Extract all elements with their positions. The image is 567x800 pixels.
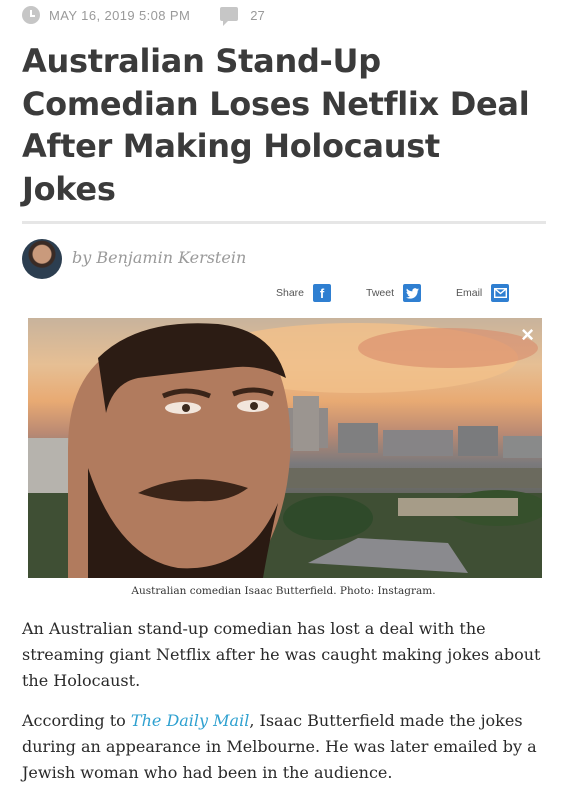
author-avatar[interactable] bbox=[22, 239, 62, 279]
twitter-icon[interactable] bbox=[403, 284, 422, 302]
tweet-label: Tweet bbox=[366, 287, 395, 299]
article-meta: MAY 16, 2019 5:08 PM 27 bbox=[22, 3, 265, 27]
paragraph-text: According to bbox=[22, 711, 131, 730]
comment-count[interactable]: 27 bbox=[250, 8, 264, 23]
email-label: Email bbox=[456, 287, 483, 299]
email-icon[interactable] bbox=[491, 284, 510, 302]
article-paragraph: An Australian stand-up comedian has lost… bbox=[22, 619, 541, 690]
share-email-button[interactable]: Email bbox=[456, 283, 510, 303]
share-twitter-button[interactable]: Tweet bbox=[366, 283, 422, 303]
author-byline[interactable]: by Benjamin Kerstein bbox=[72, 248, 246, 267]
daily-mail-link[interactable]: The Daily Mail bbox=[131, 711, 249, 730]
share-label: Share bbox=[276, 287, 305, 299]
close-image-button[interactable]: × bbox=[521, 322, 534, 348]
divider bbox=[22, 221, 546, 224]
image-caption: Australian comedian Isaac Butterfield. P… bbox=[131, 585, 436, 597]
comment-icon[interactable] bbox=[220, 7, 239, 26]
publish-date: MAY 16, 2019 5:08 PM bbox=[49, 7, 191, 23]
photo-scene bbox=[28, 323, 542, 578]
facebook-icon[interactable]: f bbox=[313, 284, 332, 302]
article-headline: Australian Stand-Up Comedian Loses Netfl… bbox=[22, 42, 530, 208]
clock-icon bbox=[22, 6, 40, 24]
share-bar: Share f Tweet Email bbox=[0, 283, 567, 305]
share-facebook-button[interactable]: Share f bbox=[276, 283, 332, 303]
article-paragraph: According to The Daily Mail, Isaac Butte… bbox=[22, 708, 552, 786]
article-image: × bbox=[28, 318, 542, 578]
